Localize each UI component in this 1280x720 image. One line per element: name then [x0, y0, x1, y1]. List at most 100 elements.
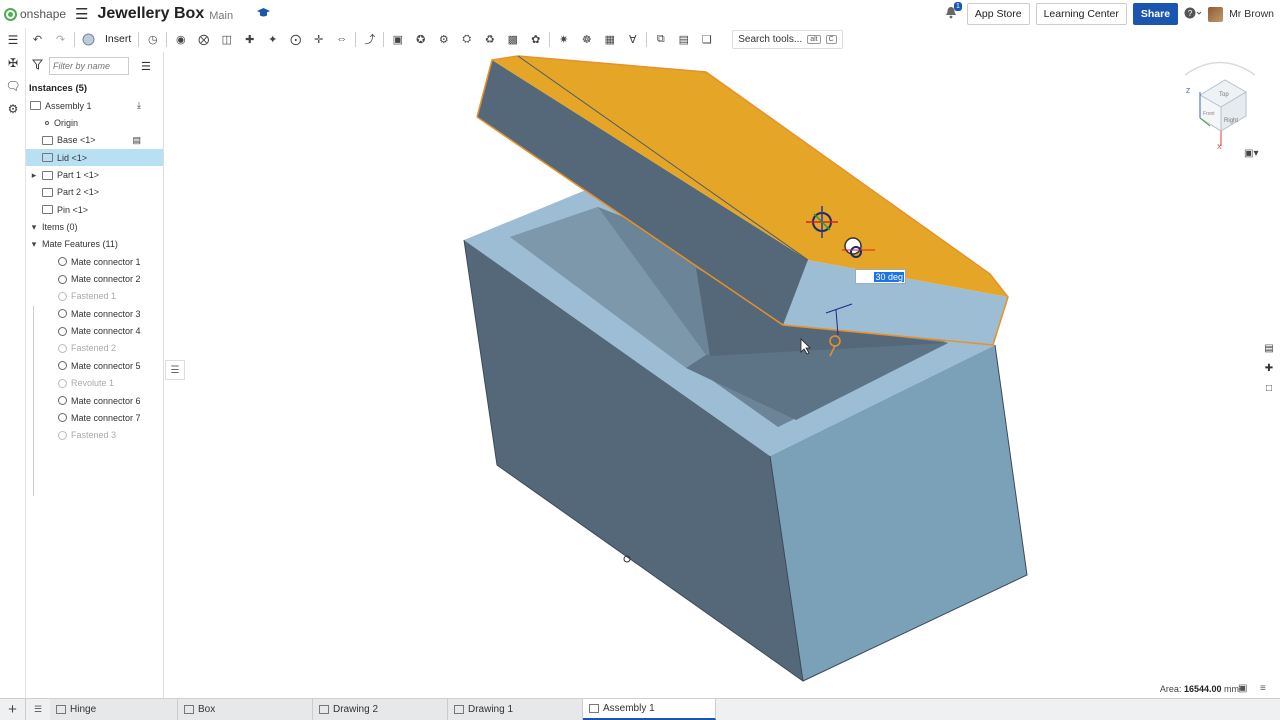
mate-values-icon[interactable]: ✚: [1258, 358, 1280, 378]
tree-row-label: Assembly 1: [45, 100, 92, 111]
tree-row-mate-connector-1[interactable]: Mate connector 1: [26, 253, 163, 270]
tree-row-fastened-3[interactable]: Fastened 3: [26, 427, 163, 444]
replicate-icon[interactable]: ✷: [552, 29, 575, 49]
tree-row-mate-connector-6[interactable]: Mate connector 6: [26, 392, 163, 409]
tree-row-mate-connector-2[interactable]: Mate connector 2: [26, 270, 163, 287]
onshape-logo[interactable]: onshape: [4, 0, 66, 28]
rotation-angle-input[interactable]: 30 deg: [855, 269, 906, 284]
animate-icon[interactable]: ✿: [524, 29, 547, 49]
tree-row-mate-connector-5[interactable]: Mate connector 5: [26, 357, 163, 374]
comments-icon[interactable]: 🗨: [0, 74, 26, 97]
list-view-icon[interactable]: ☰: [141, 60, 151, 73]
tree-row-assembly[interactable]: Assembly 1 ⤓: [26, 97, 163, 114]
user-name[interactable]: Mr Brown: [1229, 8, 1274, 20]
view-cube-menu-icon[interactable]: ▣▾: [1244, 148, 1258, 159]
tree-row-mate-connector-4[interactable]: Mate connector 4: [26, 322, 163, 339]
add-tab-button[interactable]: +: [0, 699, 26, 720]
tree-row-revolute-1[interactable]: Revolute 1: [26, 375, 163, 392]
tree-row-mate-connector-3[interactable]: Mate connector 3: [26, 305, 163, 322]
tab-assembly-1[interactable]: Assembly 1: [583, 699, 716, 720]
notifications-bell-icon[interactable]: 1: [945, 2, 962, 22]
redo-icon[interactable]: ↷: [49, 29, 72, 49]
linear-relation-icon[interactable]: ▩: [501, 29, 524, 49]
tree-row-label: Base <1>: [57, 135, 96, 146]
tree-row-label: Mate connector 5: [71, 360, 141, 371]
right-icon-rail: ▤ ✚ □: [1258, 338, 1280, 398]
feature-list-icon[interactable]: ☰: [0, 28, 26, 51]
menu-icon[interactable]: ☰: [75, 5, 88, 23]
expand-chevron-icon[interactable]: ▸: [29, 170, 39, 181]
toolbar-divider: [549, 31, 551, 47]
tangent-mate-icon[interactable]: ⇔: [330, 29, 353, 49]
tree-row-label: Pin <1>: [57, 204, 89, 215]
measure-icon[interactable]: ∀: [621, 29, 644, 49]
parallel-mate-icon[interactable]: ✛: [307, 29, 330, 49]
relation-icon[interactable]: ✪: [409, 29, 432, 49]
slider-mate-icon[interactable]: ◫: [215, 29, 238, 49]
revolute-mate-icon[interactable]: ⨂: [192, 29, 215, 49]
mate-connector-icon[interactable]: ⤴: [358, 29, 381, 49]
tree-row-fastened-1[interactable]: Fastened 1: [26, 288, 163, 305]
tree-row-label: Revolute 1: [71, 378, 115, 389]
view-cube[interactable]: Top Front Right Z X: [1184, 61, 1256, 152]
collapse-chevron-icon[interactable]: ▾: [29, 239, 39, 250]
undo-icon[interactable]: ↶: [26, 29, 49, 49]
instances-header[interactable]: Instances (5): [26, 80, 163, 97]
expand-readout-icon[interactable]: ≡: [1260, 683, 1266, 694]
tree-row-mate-connector-7[interactable]: Mate connector 7: [26, 409, 163, 426]
download-icon[interactable]: ⤓: [137, 100, 141, 111]
tab-drawing-1[interactable]: Drawing 1: [448, 699, 583, 720]
workspace-branch: Main: [209, 9, 234, 22]
learning-cap-icon[interactable]: [257, 7, 271, 21]
tree-row-base[interactable]: Base <1> ▤: [26, 132, 163, 149]
graphics-viewport[interactable]: Top Front Right Z X: [164, 50, 1256, 698]
named-views-icon[interactable]: ▤: [672, 29, 695, 49]
history-clock-icon[interactable]: ◷: [141, 29, 164, 49]
drawing-icon: [454, 705, 464, 714]
group-icon[interactable]: ▣: [386, 29, 409, 49]
document-title[interactable]: Jewellery Box: [98, 5, 205, 23]
bom-icon[interactable]: □: [1258, 378, 1280, 398]
user-avatar[interactable]: [1208, 6, 1224, 22]
cylindrical-mate-icon[interactable]: ◉: [169, 29, 192, 49]
tree-row-origin[interactable]: Origin: [26, 114, 163, 131]
tab-drawing-2[interactable]: Drawing 2: [313, 699, 448, 720]
tree-row-label: Mate connector 6: [71, 395, 141, 406]
tree-row-label: Origin: [54, 118, 79, 129]
rack-pinion-icon[interactable]: ⛭: [455, 29, 478, 49]
pin-slot-mate-icon[interactable]: ✦: [261, 29, 284, 49]
tree-row-pin[interactable]: Pin <1>: [26, 201, 163, 218]
tab-hinge[interactable]: Hinge: [50, 699, 178, 720]
learning-center-button[interactable]: Learning Center: [1035, 3, 1127, 25]
app-store-button[interactable]: App Store: [966, 3, 1030, 25]
exploded-view-icon[interactable]: ❏: [695, 29, 718, 49]
tab-list-menu-icon[interactable]: ☰: [26, 699, 50, 720]
section-view-icon[interactable]: ⧉: [649, 29, 672, 49]
tree-row-part2[interactable]: Part 2 <1>: [26, 184, 163, 201]
tree-row-part1[interactable]: ▸ Part 1 <1>: [26, 166, 163, 183]
ball-mate-icon[interactable]: ⨀: [284, 29, 307, 49]
screw-relation-icon[interactable]: ♻: [478, 29, 501, 49]
filter-input[interactable]: [49, 57, 129, 75]
mirror-icon[interactable]: ▦: [598, 29, 621, 49]
gear-relation-icon[interactable]: ⚙: [432, 29, 455, 49]
tree-row-fastened-2[interactable]: Fastened 2: [26, 340, 163, 357]
measure-settings-icon[interactable]: ▣: [1238, 683, 1247, 694]
mate-connector-panel-icon[interactable]: ✠: [0, 51, 26, 74]
tree-row-items[interactable]: ▾ Items (0): [26, 218, 163, 235]
tree-row-mate-features[interactable]: ▾ Mate Features (11): [26, 236, 163, 253]
insert-button[interactable]: Insert: [100, 33, 136, 45]
tree-row-lid[interactable]: Lid <1>: [26, 149, 163, 167]
collapse-chevron-icon[interactable]: ▾: [29, 222, 39, 233]
mate-connector-icon: [58, 396, 67, 406]
pattern-icon[interactable]: ☸: [575, 29, 598, 49]
filter-icon[interactable]: [31, 59, 44, 73]
help-icon[interactable]: ?: [1184, 7, 1202, 22]
planar-mate-icon[interactable]: ✚: [238, 29, 261, 49]
configurations-icon[interactable]: ⚙: [0, 97, 26, 120]
share-button[interactable]: Share: [1132, 3, 1179, 25]
tab-box[interactable]: Box: [178, 699, 313, 720]
search-tools-field[interactable]: Search tools... alt C: [732, 29, 843, 49]
appearance-panel-icon[interactable]: ▤: [1258, 338, 1280, 358]
insert-icon[interactable]: [77, 29, 100, 49]
